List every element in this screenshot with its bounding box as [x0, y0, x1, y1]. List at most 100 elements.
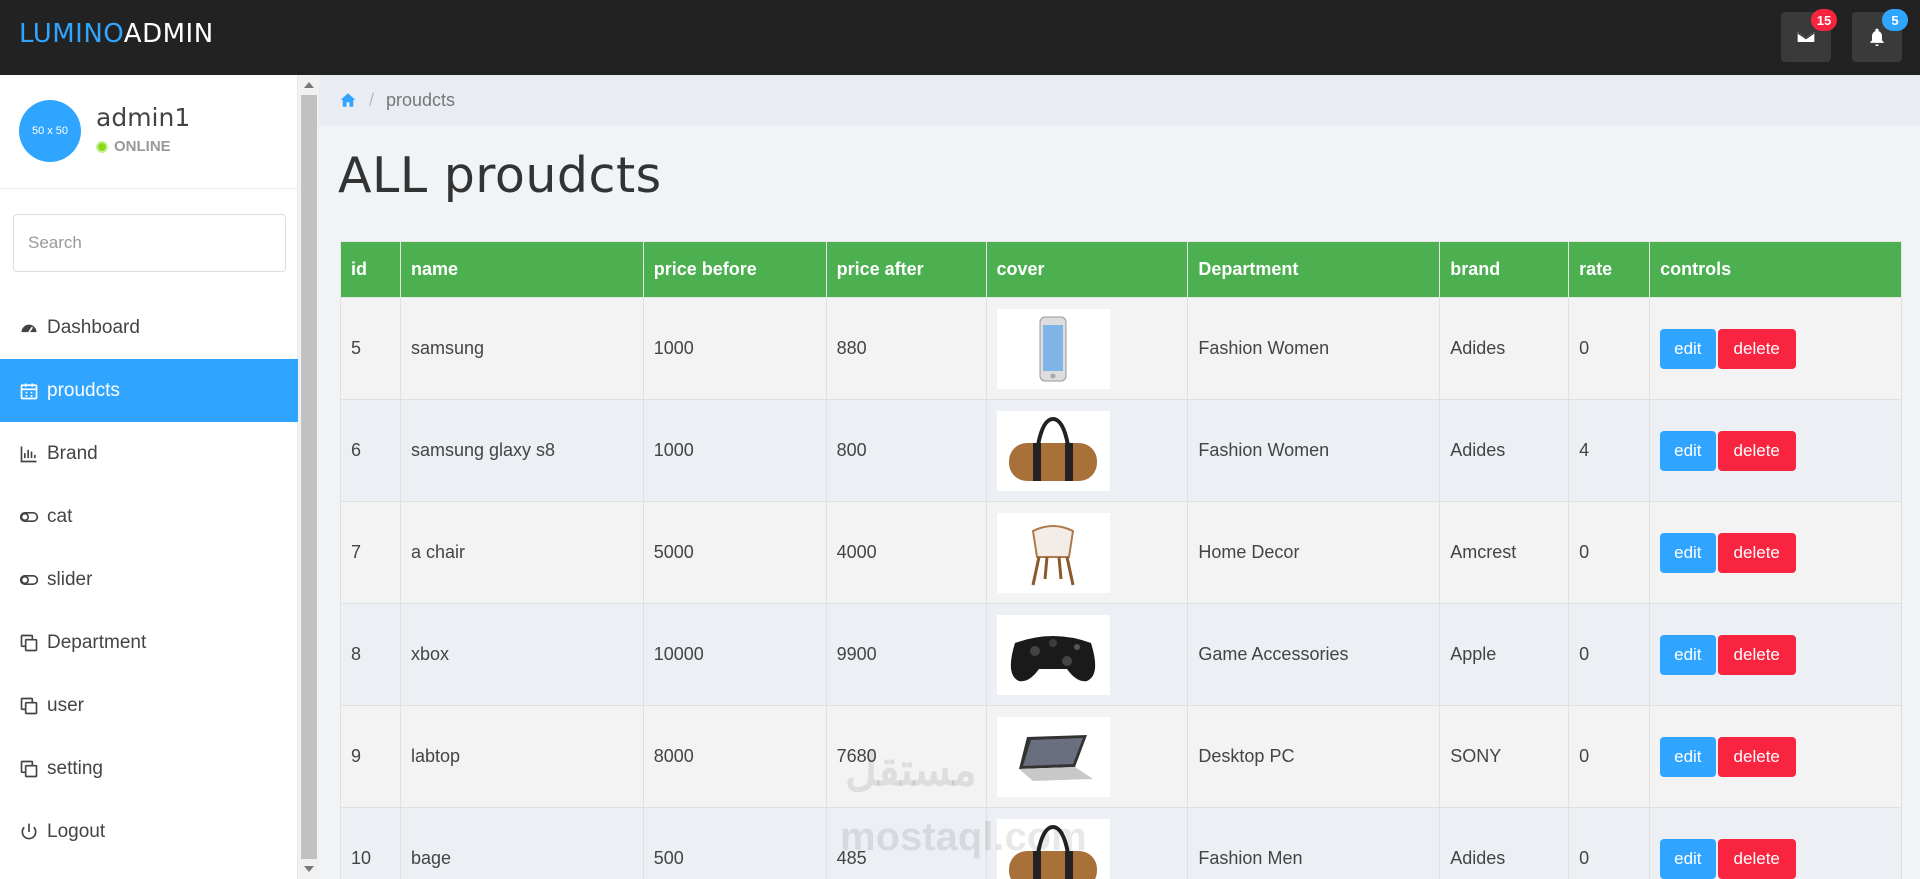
cell-id: 6	[340, 399, 401, 502]
sidebar-item-department[interactable]: Department	[0, 611, 298, 674]
sidebar-item-label: proudcts	[47, 379, 120, 401]
home-icon[interactable]	[339, 91, 357, 109]
cell-cover	[985, 399, 1189, 502]
column-header: price before	[642, 241, 827, 298]
sidebar-item-logout[interactable]: Logout	[0, 800, 298, 863]
breadcrumb: / proudcts	[319, 75, 1920, 125]
cell-name: bage	[399, 807, 644, 879]
cell-id: 7	[340, 501, 401, 604]
column-header: name	[399, 241, 644, 298]
sidebar-item-brand[interactable]: Brand	[0, 422, 298, 485]
column-header: brand	[1439, 241, 1570, 298]
cell-brand: Adides	[1439, 297, 1570, 400]
online-dot-icon	[96, 140, 108, 153]
dashboard-icon	[21, 324, 37, 333]
messages-button[interactable]: 15	[1781, 9, 1837, 62]
sidebar-item-label: slider	[47, 568, 93, 590]
notifications-badge: 5	[1882, 9, 1908, 31]
cell-price-before: 1000	[642, 297, 827, 400]
column-header: id	[340, 241, 401, 298]
cell-price-before: 500	[642, 807, 827, 879]
toggle-icon	[19, 511, 39, 522]
copy-icon	[20, 760, 38, 777]
cell-cover	[985, 501, 1189, 604]
notifications-button[interactable]: 5	[1852, 9, 1908, 62]
scroll-up-arrow-icon[interactable]	[299, 75, 319, 95]
sidebar-item-label: Logout	[47, 820, 106, 842]
edit-button[interactable]: edit	[1660, 838, 1716, 879]
cell-controls: edit delete	[1649, 705, 1902, 808]
page-title: ALL proudcts	[338, 147, 662, 204]
sidebar-item-label: user	[47, 694, 84, 716]
table-row: 10 bage 500 485 Fashion Men Adides 0 edi…	[340, 807, 1902, 879]
column-header: Department	[1187, 241, 1441, 298]
profile-name: admin1	[96, 103, 191, 132]
bell-icon	[1870, 28, 1884, 47]
column-header: rate	[1568, 241, 1651, 298]
cell-controls: edit delete	[1649, 297, 1902, 400]
status-label: ONLINE	[114, 138, 171, 155]
cell-department: Desktop PC	[1187, 705, 1441, 808]
cell-controls: edit delete	[1649, 399, 1902, 502]
brand-logo[interactable]: LUMINOADMIN	[19, 19, 214, 49]
cell-rate: 0	[1568, 603, 1651, 706]
cell-cover	[985, 603, 1189, 706]
delete-button[interactable]: delete	[1717, 532, 1796, 573]
calendar-icon	[20, 383, 38, 399]
sidebar-item-dashboard[interactable]: Dashboard	[0, 296, 298, 359]
cell-price-before: 5000	[642, 501, 827, 604]
edit-button[interactable]: edit	[1660, 328, 1716, 369]
cell-rate: 0	[1568, 807, 1651, 879]
sidebar-item-proudcts[interactable]: proudcts	[0, 359, 298, 422]
cell-cover	[985, 297, 1189, 400]
table-row: 9 labtop 8000 7680 Desktop PC SONY 0 edi…	[340, 705, 1902, 808]
delete-button[interactable]: delete	[1717, 430, 1796, 471]
edit-button[interactable]: edit	[1660, 532, 1716, 573]
cell-name: a chair	[399, 501, 644, 604]
cell-department: Fashion Men	[1187, 807, 1441, 879]
cell-name: samsung glaxy s8	[399, 399, 644, 502]
sidebar-item-cat[interactable]: cat	[0, 485, 298, 548]
table-header-row: id name price before price after cover D…	[340, 241, 1902, 298]
edit-button[interactable]: edit	[1660, 736, 1716, 777]
avatar: 50 x 50	[19, 100, 81, 162]
messages-badge: 15	[1811, 9, 1837, 31]
sidebar-menu: Dashboard proudcts Brand cat slider Depa…	[0, 296, 298, 863]
scroll-thumb[interactable]	[301, 95, 317, 859]
sidebar-scrollbar[interactable]	[299, 75, 319, 879]
delete-button[interactable]: delete	[1717, 838, 1796, 879]
sidebar-item-label: cat	[47, 505, 73, 527]
cell-controls: edit delete	[1649, 603, 1902, 706]
brand-part1: LUMINO	[19, 19, 124, 49]
cover-image-controller	[996, 614, 1110, 695]
sidebar-item-slider[interactable]: slider	[0, 548, 298, 611]
envelope-icon	[1797, 32, 1815, 42]
edit-button[interactable]: edit	[1660, 634, 1716, 675]
cell-brand: Amcrest	[1439, 501, 1570, 604]
table-row: 7 a chair 5000 4000 Home Decor Amcrest 0…	[340, 501, 1902, 604]
cell-department: Fashion Women	[1187, 297, 1441, 400]
delete-button[interactable]: delete	[1717, 736, 1796, 777]
cell-price-after: 4000	[825, 501, 987, 604]
edit-button[interactable]: edit	[1660, 430, 1716, 471]
sidebar-item-user[interactable]: user	[0, 674, 298, 737]
column-header: controls	[1649, 241, 1902, 298]
sidebar: 50 x 50 admin1 ONLINE Dashboard proudcts…	[0, 75, 298, 879]
scroll-down-arrow-icon[interactable]	[299, 859, 319, 879]
search-input[interactable]	[13, 214, 286, 272]
cell-price-before: 8000	[642, 705, 827, 808]
cell-price-before: 1000	[642, 399, 827, 502]
cell-controls: edit delete	[1649, 807, 1902, 879]
sidebar-item-label: setting	[47, 757, 103, 779]
sidebar-item-label: Brand	[47, 442, 98, 464]
cell-name: labtop	[399, 705, 644, 808]
delete-button[interactable]: delete	[1717, 634, 1796, 675]
delete-button[interactable]: delete	[1717, 328, 1796, 369]
cell-department: Game Accessories	[1187, 603, 1441, 706]
profile-status: ONLINE	[96, 138, 171, 155]
cell-department: Fashion Women	[1187, 399, 1441, 502]
cell-id: 5	[340, 297, 401, 400]
user-profile: 50 x 50 admin1 ONLINE	[0, 75, 297, 189]
sidebar-item-setting[interactable]: setting	[0, 737, 298, 800]
cell-name: samsung	[399, 297, 644, 400]
